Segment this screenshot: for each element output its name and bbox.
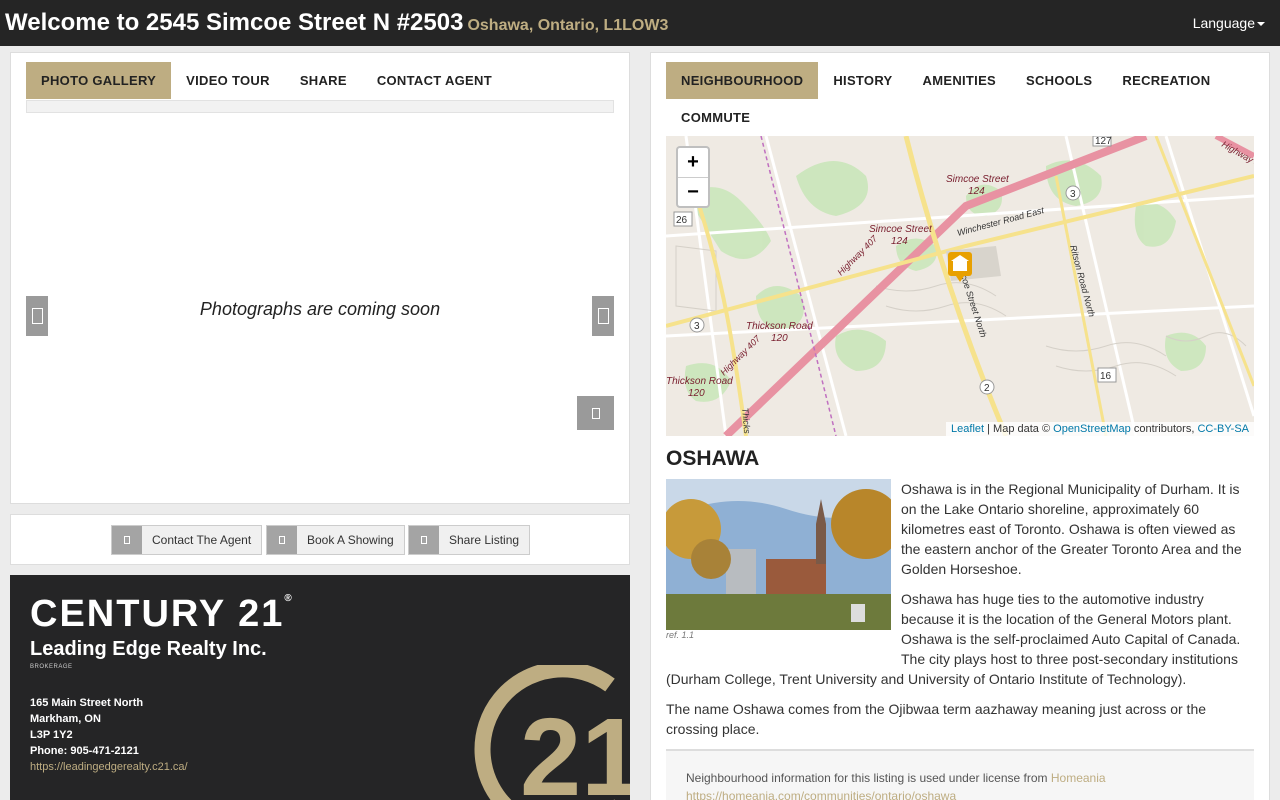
- century21-logo: CENTURY 21®: [30, 593, 292, 635]
- city-paragraph: Oshawa is in the Regional Municipality o…: [901, 481, 1242, 577]
- arrow-right-icon: [597, 308, 609, 324]
- page-title: Welcome to 2545 Simcoe Street N #2503 Osh…: [5, 9, 669, 36]
- info-tabs: NEIGHBOURHOOD HISTORY AMENITIES SCHOOLS …: [666, 62, 1256, 136]
- contact-agent-button[interactable]: Contact The Agent: [111, 525, 263, 555]
- tab-photo-gallery[interactable]: PHOTO GALLERY: [26, 62, 172, 99]
- svg-text:127: 127: [1095, 136, 1112, 147]
- brokerage-address-line: 165 Main Street North: [30, 697, 144, 709]
- svg-text:Thicks: Thicks: [740, 407, 752, 434]
- book-showing-button[interactable]: Book A Showing: [266, 525, 405, 555]
- svg-text:Highway 4: Highway 4: [1220, 139, 1254, 169]
- svg-text:Winchester Road East: Winchester Road East: [956, 205, 1045, 238]
- city-paragraph: The name Oshawa comes from the Ojibwaa t…: [666, 701, 1207, 737]
- brokerage-website-link[interactable]: https://leadingedgerealty.c21.ca/: [30, 761, 188, 773]
- tab-neighbourhood[interactable]: NEIGHBOURHOOD: [666, 62, 819, 99]
- listing-marker-icon[interactable]: [948, 252, 972, 282]
- media-panel: PHOTO GALLERY VIDEO TOUR SHARE CONTACT A…: [10, 52, 630, 504]
- page-subtitle: Oshawa, Ontario, L1LOW3: [467, 17, 669, 34]
- photo-reference: ref. 1.1: [666, 630, 695, 640]
- homeania-url-link[interactable]: https://homeania.com/communities/ontario…: [686, 789, 956, 800]
- svg-text:3: 3: [1070, 189, 1076, 200]
- century21-seal-logo: 21: [474, 665, 630, 800]
- brokerage-name: Leading Edge Realty Inc.: [30, 638, 267, 660]
- svg-text:Thickson Road: Thickson Road: [666, 376, 733, 387]
- action-bar: Contact The Agent Book A Showing Share L…: [10, 514, 630, 565]
- leaflet-link[interactable]: Leaflet: [951, 423, 984, 435]
- chevron-down-icon: [1257, 22, 1265, 27]
- map-zoom-control: + −: [676, 146, 710, 208]
- svg-text:2: 2: [984, 383, 990, 394]
- zoom-in-button[interactable]: +: [678, 148, 708, 177]
- calendar-icon: [267, 526, 297, 554]
- neighbourhood-map[interactable]: Simcoe Street 124 Simcoe Street 124 Winc…: [666, 136, 1254, 436]
- map-attribution: Leaflet | Map data © OpenStreetMap contr…: [946, 422, 1254, 436]
- tab-contact-agent[interactable]: CONTACT AGENT: [362, 62, 507, 99]
- svg-text:Thickson Road: Thickson Road: [746, 321, 813, 332]
- city-paragraph: (Durham College, Trent University and Un…: [666, 671, 1187, 687]
- tab-history[interactable]: HISTORY: [818, 62, 907, 99]
- svg-text:3: 3: [694, 321, 700, 332]
- photos-coming-soon-text: Photographs are coming soon: [199, 299, 441, 319]
- osm-link[interactable]: OpenStreetMap: [1053, 423, 1131, 435]
- language-dropdown[interactable]: Language: [1193, 15, 1265, 31]
- homeania-link[interactable]: Homeania: [1051, 771, 1106, 785]
- city-paragraph: Oshawa has huge ties to the automotive i…: [901, 591, 1241, 667]
- tab-video-tour[interactable]: VIDEO TOUR: [171, 62, 285, 99]
- svg-text:Simcoe Street: Simcoe Street: [869, 224, 933, 235]
- license-notice: Neighbourhood information for this listi…: [666, 749, 1254, 800]
- media-tabs: PHOTO GALLERY VIDEO TOUR SHARE CONTACT A…: [26, 62, 507, 99]
- arrow-left-icon: [31, 308, 43, 324]
- tab-schools[interactable]: SCHOOLS: [1011, 62, 1107, 99]
- share-icon: [409, 526, 439, 554]
- top-bar: Welcome to 2545 Simcoe Street N #2503 Osh…: [0, 0, 1280, 46]
- brokerage-phone: Phone: 905-471-2121: [30, 745, 139, 757]
- fullscreen-icon: [591, 407, 600, 419]
- map-labels: Simcoe Street 124 Simcoe Street 124 Winc…: [666, 136, 1254, 435]
- zoom-out-button[interactable]: −: [678, 177, 708, 206]
- gallery-prev-button[interactable]: [26, 296, 48, 336]
- tab-amenities[interactable]: AMENITIES: [908, 62, 1011, 99]
- brokerage-card: CENTURY 21® Leading Edge Realty Inc. BRO…: [10, 575, 630, 800]
- svg-text:124: 124: [891, 236, 908, 247]
- brokerage-tag: BROKERAGE: [30, 664, 73, 670]
- tab-recreation[interactable]: RECREATION: [1107, 62, 1225, 99]
- svg-text:Highway 407: Highway 407: [835, 233, 880, 278]
- svg-text:124: 124: [968, 186, 985, 197]
- svg-text:16: 16: [1100, 371, 1112, 382]
- city-heading: OSHAWA: [666, 447, 760, 470]
- svg-text:120: 120: [771, 333, 788, 344]
- svg-text:Ritson Road North: Ritson Road North: [1068, 244, 1097, 318]
- svg-text:120: 120: [688, 388, 705, 399]
- tab-share[interactable]: SHARE: [285, 62, 362, 99]
- logo-mark-text: 21: [520, 696, 630, 800]
- svg-text:Simcoe Street: Simcoe Street: [946, 174, 1010, 185]
- svg-text:Highway 407: Highway 407: [718, 333, 763, 378]
- city-photo: [666, 479, 891, 630]
- license-link[interactable]: CC-BY-SA: [1197, 423, 1249, 435]
- brokerage-address-line: L3P 1Y2: [30, 729, 73, 741]
- svg-text:26: 26: [676, 215, 688, 226]
- envelope-icon: [112, 526, 142, 554]
- tab-commute[interactable]: COMMUTE: [666, 99, 765, 136]
- brokerage-address-line: Markham, ON: [30, 713, 101, 725]
- gallery-next-button[interactable]: [592, 296, 614, 336]
- gallery-thumbnail-strip: [26, 100, 614, 113]
- share-listing-button[interactable]: Share Listing: [408, 525, 531, 555]
- gallery-fullscreen-button[interactable]: [577, 396, 614, 430]
